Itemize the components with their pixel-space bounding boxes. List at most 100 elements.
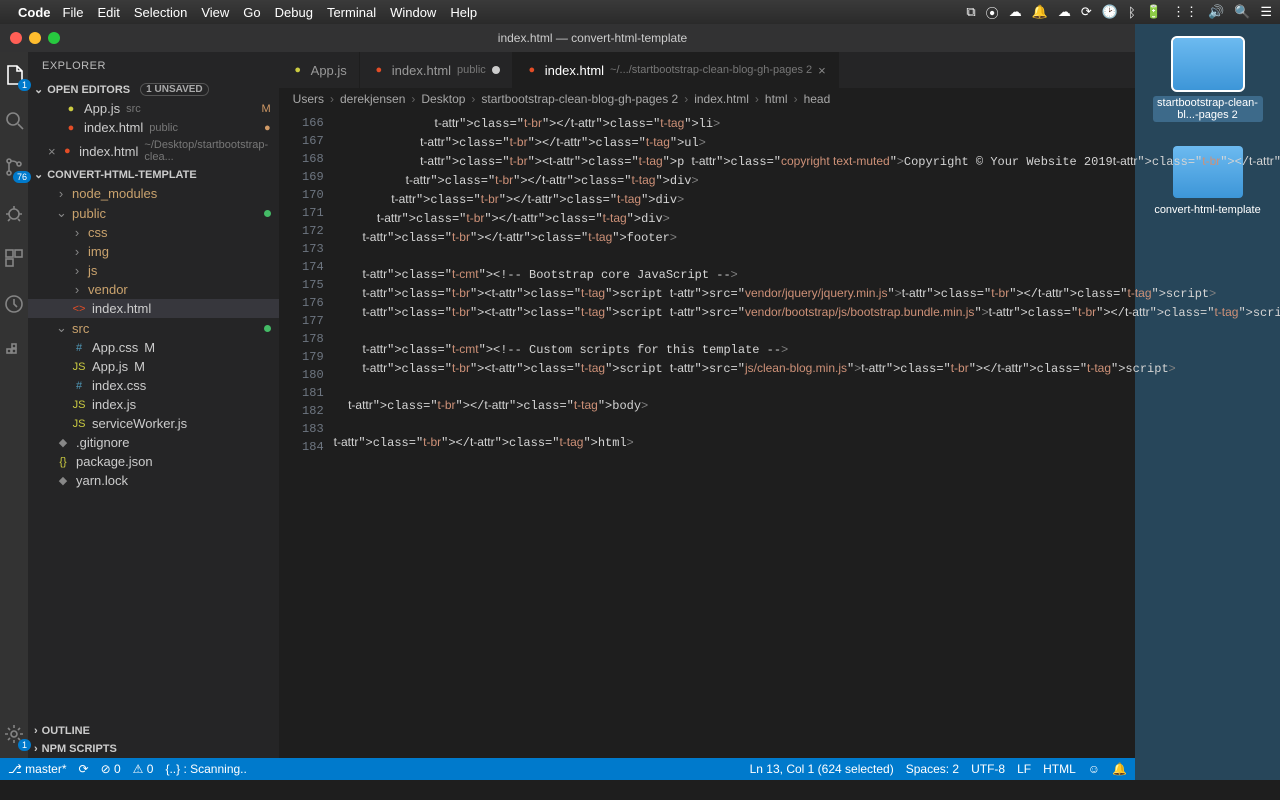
tray-bluetooth-icon[interactable]: ᛒ xyxy=(1128,5,1136,20)
docker-icon xyxy=(3,339,25,361)
extensions-icon xyxy=(3,247,25,269)
tray-dropbox-icon[interactable]: ⧉ xyxy=(966,4,975,20)
breadcrumb-segment[interactable]: head xyxy=(804,92,831,106)
titlebar: index.html — convert-html-template xyxy=(0,24,1135,52)
activity-settings[interactable]: 1 xyxy=(0,720,28,748)
tray-weather-icon[interactable]: ☁ xyxy=(1058,4,1071,20)
file-index.html[interactable]: <>index.html xyxy=(28,299,279,318)
editor-area: ●App.js●index.htmlpublic●index.html~/...… xyxy=(279,52,1280,758)
status-language[interactable]: HTML xyxy=(1043,762,1076,776)
activity-explorer[interactable]: 1 xyxy=(0,60,28,88)
tray-battery-icon[interactable]: 🔋 xyxy=(1146,4,1162,20)
line-numbers: 166 167 168 169 170 171 172 173 174 175 … xyxy=(279,110,334,758)
file-.gitignore[interactable]: ◆.gitignore xyxy=(28,433,279,452)
file-package.json[interactable]: {}package.json xyxy=(28,452,279,471)
breadcrumb-segment[interactable]: Users xyxy=(293,92,324,106)
menu-file[interactable]: File xyxy=(63,5,84,20)
file-App.js[interactable]: JSApp.jsM xyxy=(28,357,279,376)
project-header[interactable]: ⌄ CONVERT-HTML-TEMPLATE xyxy=(28,165,279,184)
status-sync[interactable]: ⟳ xyxy=(79,762,89,776)
open-editor-item[interactable]: ×●index.html~/Desktop/startbootstrap-cle… xyxy=(28,137,279,165)
status-errors[interactable]: ⊘ 0 xyxy=(101,762,121,776)
vscode-window: index.html — convert-html-template 1 76 xyxy=(0,24,1135,780)
chevron-right-icon: › xyxy=(34,725,38,737)
folder-js[interactable]: ›js xyxy=(28,261,279,280)
window-zoom-button[interactable] xyxy=(48,32,60,44)
tray-volume-icon[interactable]: 🔊 xyxy=(1208,4,1224,20)
file-serviceWorker.js[interactable]: JSserviceWorker.js xyxy=(28,414,279,433)
tab-App.js[interactable]: ●App.js xyxy=(279,52,360,88)
open-editor-item[interactable]: ●App.jssrcM xyxy=(28,99,279,118)
window-title: index.html — convert-html-template xyxy=(60,31,1125,45)
status-branch[interactable]: ⎇ master* xyxy=(8,762,67,776)
status-warnings[interactable]: ⚠ 0 xyxy=(133,762,154,776)
status-bell-icon[interactable]: 🔔 xyxy=(1112,762,1127,776)
menu-debug[interactable]: Debug xyxy=(275,5,313,20)
folder-public[interactable]: ⌄public xyxy=(28,203,279,223)
code-editor[interactable]: t-attr">class="t-br"></t-attr">class="t-… xyxy=(334,110,1280,758)
tray-cloud-icon[interactable]: ☁ xyxy=(1009,4,1022,20)
sidebar: EXPLORER ⌄ OPEN EDITORS 1 UNSAVED ●App.j… xyxy=(28,52,279,758)
window-minimize-button[interactable] xyxy=(29,32,41,44)
folder-vendor[interactable]: ›vendor xyxy=(28,280,279,299)
menu-terminal[interactable]: Terminal xyxy=(327,5,376,20)
menu-go[interactable]: Go xyxy=(243,5,260,20)
breadcrumb-segment[interactable]: index.html xyxy=(694,92,749,106)
status-cursor[interactable]: Ln 13, Col 1 (624 selected) xyxy=(750,762,894,776)
file-yarn.lock[interactable]: ◆yarn.lock xyxy=(28,471,279,490)
activity-extensions[interactable] xyxy=(0,244,28,272)
explorer-badge: 1 xyxy=(18,79,31,91)
statusbar: ⎇ master* ⟳ ⊘ 0 ⚠ 0 {..} : Scanning.. Ln… xyxy=(0,758,1135,780)
breadcrumb-segment[interactable]: html xyxy=(765,92,788,106)
folder-src[interactable]: ⌄src xyxy=(28,318,279,338)
unsaved-badge: 1 UNSAVED xyxy=(140,83,209,96)
menu-selection[interactable]: Selection xyxy=(134,5,187,20)
tray-wifi-icon[interactable]: ⋮⋮ xyxy=(1172,4,1198,20)
remote-icon xyxy=(3,293,25,315)
window-close-button[interactable] xyxy=(10,32,22,44)
status-spaces[interactable]: Spaces: 2 xyxy=(906,762,959,776)
activity-bar: 1 76 1 xyxy=(0,52,28,758)
open-editors-header[interactable]: ⌄ OPEN EDITORS 1 UNSAVED xyxy=(28,80,279,99)
status-feedback-icon[interactable]: ☺ xyxy=(1088,762,1100,776)
file-App.css[interactable]: #App.cssM xyxy=(28,338,279,357)
tab-index.html[interactable]: ●index.htmlpublic xyxy=(360,52,513,88)
menu-window[interactable]: Window xyxy=(390,5,436,20)
folder-icon xyxy=(1173,38,1243,90)
tabs: ●App.js●index.htmlpublic●index.html~/...… xyxy=(279,52,1280,88)
status-eol[interactable]: LF xyxy=(1017,762,1031,776)
activity-remote[interactable] xyxy=(0,290,28,318)
file-index.css[interactable]: #index.css xyxy=(28,376,279,395)
tray-record-icon[interactable]: ⦿ xyxy=(986,3,999,22)
menu-help[interactable]: Help xyxy=(450,5,477,20)
tray-timemachine-icon[interactable]: 🕑 xyxy=(1102,4,1118,20)
folder-img[interactable]: ›img xyxy=(28,242,279,261)
activity-scm[interactable]: 76 xyxy=(0,152,28,180)
settings-badge: 1 xyxy=(18,739,31,751)
tray-spotlight-icon[interactable]: 🔍 xyxy=(1234,4,1250,20)
folder-css[interactable]: ›css xyxy=(28,223,279,242)
open-editor-item[interactable]: ●index.htmlpublic● xyxy=(28,118,279,137)
breadcrumb[interactable]: Users›derekjensen›Desktop›startbootstrap… xyxy=(279,88,1280,110)
breadcrumb-segment[interactable]: derekjensen xyxy=(340,92,405,106)
activity-search[interactable] xyxy=(0,106,28,134)
menu-view[interactable]: View xyxy=(201,5,229,20)
status-encoding[interactable]: UTF-8 xyxy=(971,762,1005,776)
tray-controlcentre-icon[interactable]: ☰ xyxy=(1260,4,1272,20)
chevron-down-icon: ⌄ xyxy=(34,83,43,96)
chevron-down-icon: ⌄ xyxy=(34,168,43,181)
tray-bell-icon[interactable]: 🔔 xyxy=(1032,4,1048,20)
breadcrumb-segment[interactable]: Desktop xyxy=(421,92,465,106)
app-name[interactable]: Code xyxy=(18,5,51,20)
outline-header[interactable]: › OUTLINE xyxy=(28,722,279,740)
npm-scripts-header[interactable]: › NPM SCRIPTS xyxy=(28,740,279,758)
tray-sync-icon[interactable]: ⟳ xyxy=(1081,4,1092,20)
breadcrumb-segment[interactable]: startbootstrap-clean-blog-gh-pages 2 xyxy=(481,92,678,106)
tab-index.html[interactable]: ●index.html~/.../startbootstrap-clean-bl… xyxy=(513,52,839,88)
file-index.js[interactable]: JSindex.js xyxy=(28,395,279,414)
menu-edit[interactable]: Edit xyxy=(97,5,119,20)
activity-docker[interactable] xyxy=(0,336,28,364)
activity-debug[interactable] xyxy=(0,198,28,226)
folder-node_modules[interactable]: ›node_modules xyxy=(28,184,279,203)
sidebar-title: EXPLORER xyxy=(28,52,279,80)
